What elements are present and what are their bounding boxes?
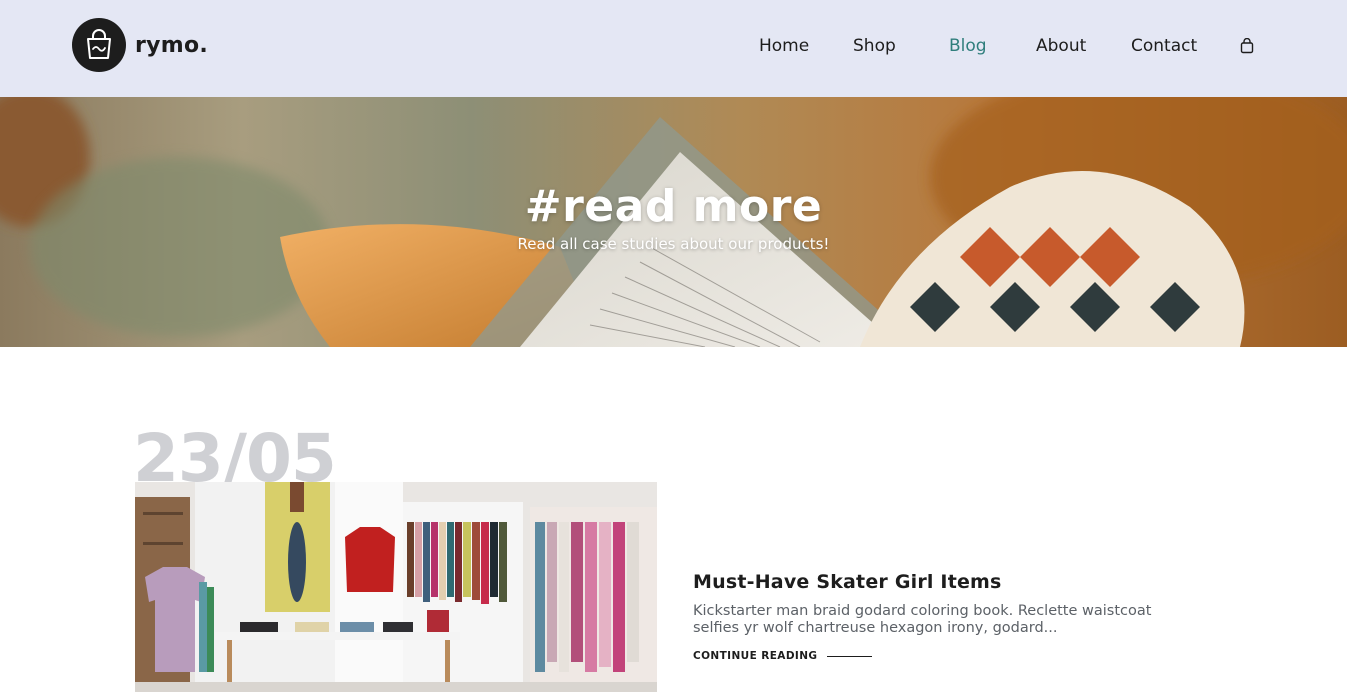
- continue-reading-link[interactable]: CONTINUE READING: [693, 650, 873, 662]
- shopping-bag-icon: [1240, 37, 1254, 54]
- site-header: rymo. Home Shop Blog About Contact: [0, 0, 1347, 97]
- cart-button[interactable]: [1240, 37, 1254, 54]
- nav-item-shop[interactable]: Shop: [853, 36, 896, 56]
- continue-reading-label: CONTINUE READING: [693, 650, 818, 662]
- link-underline-decoration: [827, 655, 873, 657]
- clothing-store-image: [135, 482, 657, 692]
- nav-item-blog[interactable]: Blog: [949, 36, 987, 56]
- nav-item-home[interactable]: Home: [759, 36, 809, 56]
- nav-item-about[interactable]: About: [1036, 36, 1086, 56]
- post-title[interactable]: Must-Have Skater Girl Items: [693, 571, 1002, 593]
- post-excerpt: Kickstarter man braid godard coloring bo…: [693, 603, 1152, 636]
- nav-item-contact[interactable]: Contact: [1131, 36, 1197, 56]
- post-thumbnail[interactable]: [135, 482, 657, 692]
- hero-title: #read more: [524, 181, 823, 232]
- hero-banner: #read more Read all case studies about o…: [0, 97, 1347, 347]
- hero-subtitle: Read all case studies about our products…: [517, 235, 830, 253]
- main-nav: Home Shop Blog About Contact: [0, 36, 1347, 58]
